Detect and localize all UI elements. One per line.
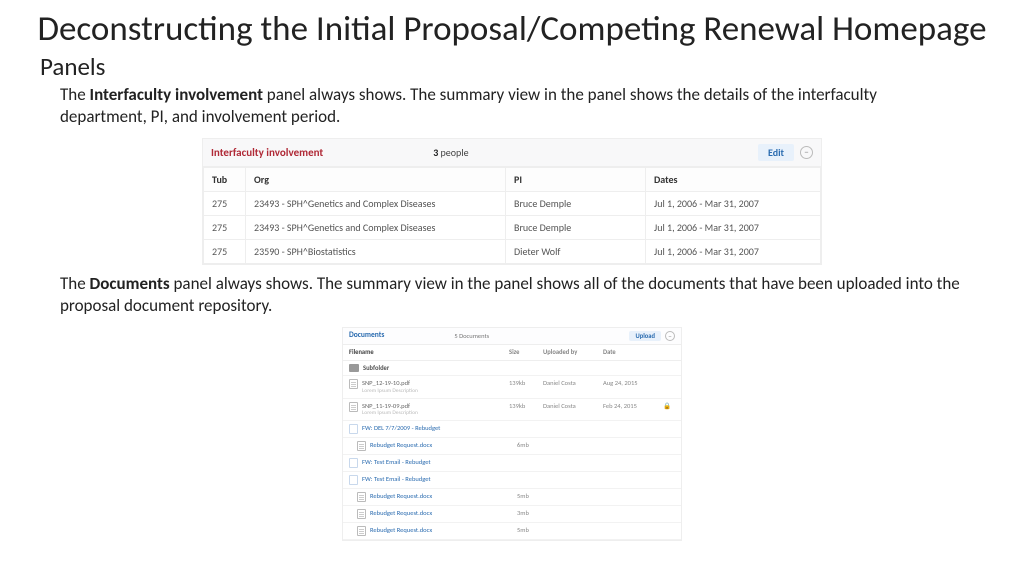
text-bold: Interfaculty involvement: [90, 84, 263, 105]
table-row: 275 23493 - SPH^Genetics and Complex Dis…: [204, 215, 821, 239]
mail-row[interactable]: FW: Test Email - Rebudget: [343, 455, 681, 472]
col-pi: PI: [506, 167, 646, 191]
col-size: Size: [509, 348, 543, 356]
text: panel always shows. The summary view in …: [60, 273, 960, 316]
col-filename: Filename: [349, 348, 509, 356]
filename: Subfolder: [363, 364, 389, 372]
cell: Jul 1, 2006 - Mar 31, 2007: [646, 239, 821, 263]
text: The: [60, 273, 90, 294]
filename: Rebudget Request.docx: [370, 492, 432, 500]
filename: SNP_11-19-09.pdf: [362, 402, 418, 410]
cell: 275: [204, 215, 246, 239]
file-desc: Lorem Ipsum Description: [362, 410, 418, 417]
panel-count: 3 people: [433, 146, 468, 159]
cell: Bruce Demple: [506, 215, 646, 239]
file-icon: [357, 441, 366, 451]
upload-button[interactable]: Upload: [629, 331, 661, 341]
panel-header: Interfaculty involvement 3 people Edit −: [203, 139, 821, 167]
table-row: 275 23493 - SPH^Genetics and Complex Dis…: [204, 191, 821, 215]
panel-header: Documents 5 Documents Upload −: [343, 328, 681, 345]
section-heading: Panels: [0, 51, 1024, 84]
panel-title: Documents: [349, 331, 384, 341]
cell: Jul 1, 2006 - Mar 31, 2007: [646, 215, 821, 239]
file-icon: [357, 526, 366, 536]
col-uploaded: Uploaded by: [543, 348, 603, 356]
filename: FW: Test Email - Rebudget: [362, 458, 431, 466]
collapse-icon[interactable]: −: [665, 331, 675, 341]
file-desc: Lorem Ipsum Description: [362, 388, 418, 395]
mail-icon: [349, 475, 358, 485]
interfaculty-panel: Interfaculty involvement 3 people Edit −…: [202, 138, 822, 265]
text-bold: Documents: [90, 273, 170, 294]
col-tub: Tub: [204, 167, 246, 191]
cell: Bruce Demple: [506, 191, 646, 215]
mail-icon: [349, 458, 358, 468]
file-size: 139kb: [509, 402, 543, 410]
file-date: Aug 24, 2015: [603, 379, 663, 387]
attachment-row[interactable]: Rebudget Request.docx 5mb: [343, 489, 681, 506]
mail-row[interactable]: FW: DEL 7/7/2009 - Rebudget: [343, 421, 681, 438]
filename: FW: Test Email - Rebudget: [362, 475, 431, 483]
table-row: 275 23590 - SPH^Biostatistics Dieter Wol…: [204, 239, 821, 263]
filename: Rebudget Request.docx: [370, 526, 432, 534]
file-size: 139kb: [509, 379, 543, 387]
interfaculty-table: Tub Org PI Dates 275 23493 - SPH^Genetic…: [203, 167, 821, 264]
file-icon: [357, 492, 366, 502]
panel-count: 5 Documents: [454, 332, 489, 340]
slide-title: Deconstructing the Initial Proposal/Comp…: [0, 0, 1024, 51]
collapse-icon[interactable]: −: [800, 146, 813, 159]
col-date: Date: [603, 348, 663, 356]
cell: 275: [204, 191, 246, 215]
folder-row[interactable]: Subfolder: [343, 361, 681, 376]
filename: FW: DEL 7/7/2009 - Rebudget: [362, 424, 440, 432]
file-icon: [357, 509, 366, 519]
file-size: 6mb: [517, 441, 551, 449]
cell: 23590 - SPH^Biostatistics: [246, 239, 506, 263]
cell: Jul 1, 2006 - Mar 31, 2007: [646, 191, 821, 215]
cell: 23493 - SPH^Genetics and Complex Disease…: [246, 191, 506, 215]
filename: SNP_12-19-10.pdf: [362, 379, 418, 387]
cell: 275: [204, 239, 246, 263]
file-row[interactable]: SNP_12-19-10.pdfLorem Ipsum Description …: [343, 376, 681, 399]
file-uploader: Daniel Costa: [543, 402, 603, 410]
col-org: Org: [246, 167, 506, 191]
panel-title: Interfaculty involvement: [211, 146, 323, 159]
documents-panel: Documents 5 Documents Upload − Filename …: [342, 327, 682, 541]
table-header-row: Filename Size Uploaded by Date: [343, 345, 681, 360]
file-size: 5mb: [517, 492, 551, 500]
file-icon: [349, 379, 358, 389]
count-label: people: [438, 146, 468, 159]
file-uploader: Daniel Costa: [543, 379, 603, 387]
text: The: [60, 84, 90, 105]
col-dates: Dates: [646, 167, 821, 191]
lock-icon: 🔒: [663, 402, 673, 410]
mail-icon: [349, 424, 358, 434]
file-row[interactable]: SNP_11-19-09.pdfLorem Ipsum Description …: [343, 399, 681, 422]
filename: Rebudget Request.docx: [370, 509, 432, 517]
attachment-row[interactable]: Rebudget Request.docx 3mb: [343, 506, 681, 523]
paragraph-documents: The Documents panel always shows. The su…: [0, 273, 1024, 323]
attachment-row[interactable]: Rebudget Request.docx 5mb: [343, 523, 681, 540]
file-size: 5mb: [517, 526, 551, 534]
file-size: 3mb: [517, 509, 551, 517]
edit-button[interactable]: Edit: [758, 144, 794, 161]
table-header-row: Tub Org PI Dates: [204, 167, 821, 191]
file-date: Feb 24, 2015: [603, 402, 663, 410]
cell: Dieter Wolf: [506, 239, 646, 263]
mail-row[interactable]: FW: Test Email - Rebudget: [343, 472, 681, 489]
file-icon: [349, 402, 358, 412]
filename: Rebudget Request.docx: [370, 441, 432, 449]
cell: 23493 - SPH^Genetics and Complex Disease…: [246, 215, 506, 239]
paragraph-interfaculty: The Interfaculty involvement panel alway…: [0, 84, 1024, 134]
attachment-row[interactable]: Rebudget Request.docx 6mb: [343, 438, 681, 455]
folder-icon: [349, 364, 359, 372]
